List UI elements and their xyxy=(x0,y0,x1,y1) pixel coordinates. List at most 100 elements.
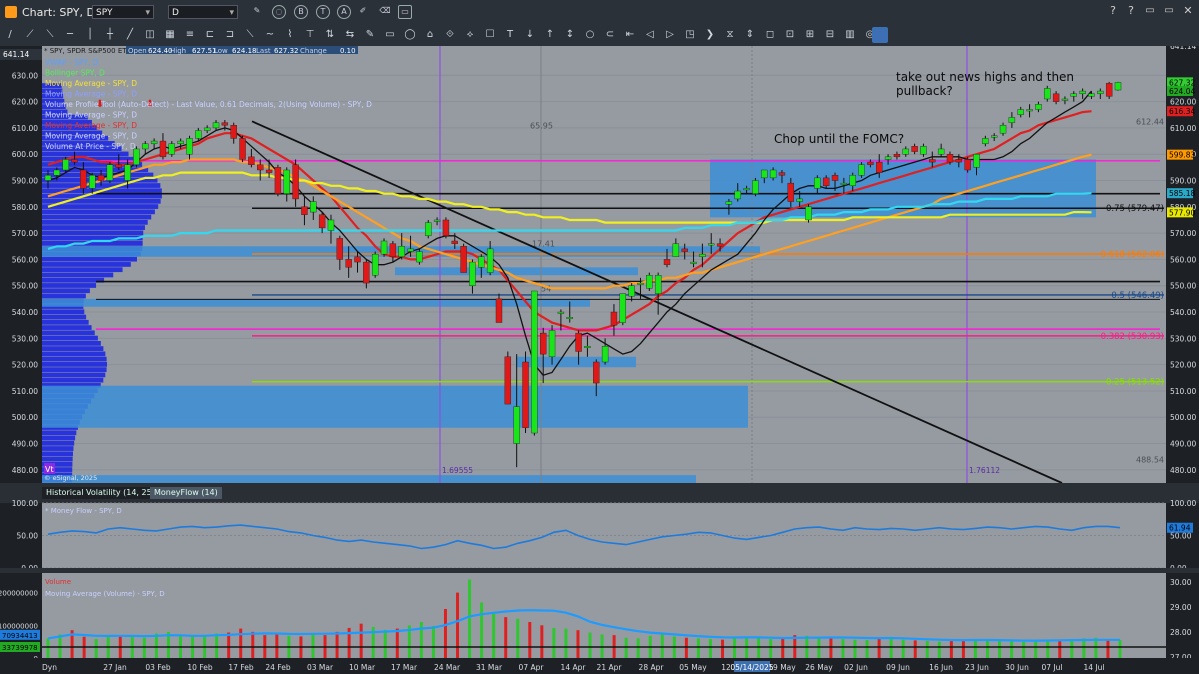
drawing-tool-icon[interactable]: ⇤ xyxy=(624,28,636,42)
drawing-tool-icon[interactable]: ⊏ xyxy=(204,28,216,42)
price-tick-label: 600.00 xyxy=(12,150,38,159)
drawing-tool-icon[interactable]: ☐ xyxy=(484,28,496,42)
drawing-tool-icon[interactable]: │ xyxy=(84,28,96,42)
trend-low-label: 488.54 xyxy=(1136,455,1164,464)
drawing-tool-icon[interactable]: ⌇ xyxy=(284,28,296,42)
comment-icon[interactable]: ▭ xyxy=(398,5,412,19)
drawing-tool-icon[interactable]: ⊤ xyxy=(304,28,316,42)
volume-bar xyxy=(684,637,688,658)
close-button[interactable]: ✕ xyxy=(1181,4,1195,18)
drawing-tool-icon[interactable]: ↑ xyxy=(544,28,556,42)
drawing-tool-icon[interactable]: ⟍ xyxy=(44,28,56,42)
drawing-tool-icon[interactable]: ▦ xyxy=(164,28,176,42)
candle-body xyxy=(203,127,211,131)
symbol-value: SPY xyxy=(96,8,113,18)
candle-body xyxy=(973,154,980,168)
window-title: Chart: SPY, D xyxy=(22,6,95,19)
x-axis-label: 14 Apr xyxy=(561,663,587,672)
title-bar: Chart: SPY, D SPY ▾ D ▾ ✎ ◌ B T A ✐ ⌫ ▭ ? … xyxy=(0,0,1199,25)
drawing-tool-icon[interactable]: ┼ xyxy=(104,28,116,42)
drawing-tool-icon[interactable]: ◯ xyxy=(404,28,416,42)
x-axis-label: 07 Jul xyxy=(1042,663,1063,672)
drawing-tool-icon[interactable]: ≡ xyxy=(184,28,196,42)
x-axis-label: 02 Jun xyxy=(844,663,868,672)
drawing-tool-icon[interactable]: ⟋ xyxy=(24,28,36,42)
volume-profile-bar xyxy=(42,346,104,351)
value-area-zone xyxy=(42,298,590,307)
drawing-tool-icon[interactable]: ◳ xyxy=(684,28,696,42)
volume-bar xyxy=(335,631,339,658)
volume-profile-bar xyxy=(42,367,107,373)
drawing-tool-icon[interactable]: ⇆ xyxy=(344,28,356,42)
drawing-tool-icon[interactable]: ⊡ xyxy=(784,28,796,42)
candle-body xyxy=(929,159,936,163)
drawing-tool-icon[interactable]: ⟐ xyxy=(444,28,456,42)
candle-body xyxy=(708,243,715,246)
drawing-tool-icon[interactable]: ─ xyxy=(64,28,76,42)
drawing-tool-icon[interactable]: T xyxy=(504,28,516,42)
help-button-2[interactable]: ? xyxy=(1124,4,1138,18)
t-icon[interactable]: T xyxy=(316,5,330,19)
volume-profile-bar xyxy=(42,293,86,299)
candle-body xyxy=(584,346,591,348)
drawing-tool-icon[interactable]: ✎ xyxy=(364,28,376,42)
drawing-tool-icon[interactable]: ○ xyxy=(584,28,596,42)
candle-body xyxy=(566,317,573,319)
volume-bar xyxy=(46,638,50,658)
drawing-tool-icon[interactable]: ⊐ xyxy=(224,28,236,42)
drawing-tool-icon[interactable]: ◁ xyxy=(644,28,656,42)
drawing-tool-icon[interactable]: ╱ xyxy=(124,28,136,42)
drawing-tool-icon[interactable]: ▭ xyxy=(384,28,396,42)
money-flow-last: 61.94 xyxy=(1169,524,1191,533)
volume-profile-bar xyxy=(42,209,155,215)
volume-tick-right: 30.00 xyxy=(1170,578,1192,587)
volume-title: Volume xyxy=(45,578,71,586)
x-axis-label: 03 Mar xyxy=(307,663,334,672)
drawing-tool-icon[interactable]: ⇅ xyxy=(324,28,336,42)
candle-body xyxy=(610,311,618,326)
drawing-tool-icon[interactable]: ⟍ xyxy=(244,28,256,42)
help-button[interactable]: ? xyxy=(1106,4,1120,18)
drawing-tool-icon[interactable]: ⊞ xyxy=(804,28,816,42)
drawing-tool-icon[interactable]: ◫ xyxy=(144,28,156,42)
drawing-tool-icon[interactable]: ↕ xyxy=(564,28,576,42)
tab-money-flow[interactable]: MoneyFlow (14) xyxy=(150,487,222,499)
drawing-tool-icon[interactable]: ❯ xyxy=(704,28,716,42)
candle-body xyxy=(1079,90,1086,94)
a-icon[interactable]: A xyxy=(337,5,351,19)
candle-body xyxy=(425,222,432,236)
eraser-icon[interactable]: ⌫ xyxy=(378,5,392,19)
chart-area[interactable]: 630.00 620.00 610.00 600.00 590.00 580.00 570.… xyxy=(0,46,1199,674)
drawing-tool-icon[interactable]: ↓ xyxy=(524,28,536,42)
drawing-tool-icon[interactable]: ~ xyxy=(264,28,276,42)
drawing-tool-icon[interactable]: ▥ xyxy=(844,28,856,42)
drawing-tool-icon[interactable]: ⧖ xyxy=(724,28,736,42)
b-icon[interactable]: B xyxy=(294,5,308,19)
drawing-tool-icon[interactable]: ⟡ xyxy=(464,28,476,42)
volume-profile-bar xyxy=(42,314,87,320)
volume-profile-bar xyxy=(42,325,92,330)
candle-body xyxy=(1105,82,1113,97)
drawing-tool-icon[interactable]: / xyxy=(4,28,16,42)
legend-study: Volume Profile Tool (Auto-Detect) - Last… xyxy=(45,100,372,109)
drawing-tool-icon[interactable]: ⌂ xyxy=(424,28,436,42)
drawing-tool-icon[interactable]: ⊂ xyxy=(604,28,616,42)
interval-combo[interactable]: D ▾ xyxy=(168,5,238,19)
volume-profile-bar xyxy=(42,219,148,225)
drawing-tool-icon[interactable]: ⊟ xyxy=(824,28,836,42)
shapes-icon[interactable]: ◌ xyxy=(272,5,286,19)
candle-body xyxy=(778,172,786,176)
symbol-combo[interactable]: SPY ▾ xyxy=(92,5,154,19)
candle-body xyxy=(318,214,326,229)
drawing-tool-icon[interactable]: ⇕ xyxy=(744,28,756,42)
drawing-tool-icon[interactable]: ▷ xyxy=(664,28,676,42)
active-tool-icon[interactable] xyxy=(872,27,888,43)
x-axis-label: 03 Feb xyxy=(145,663,170,672)
restore-button[interactable]: ▭ xyxy=(1143,4,1157,18)
maximize-button[interactable]: ▭ xyxy=(1162,4,1176,18)
pencil-icon[interactable]: ✐ xyxy=(356,5,370,19)
drawing-tool-icon[interactable]: ◻ xyxy=(764,28,776,42)
volume-bar xyxy=(468,579,472,658)
x-axis-label: 31 Mar xyxy=(476,663,503,672)
pen-icon[interactable]: ✎ xyxy=(250,5,264,19)
